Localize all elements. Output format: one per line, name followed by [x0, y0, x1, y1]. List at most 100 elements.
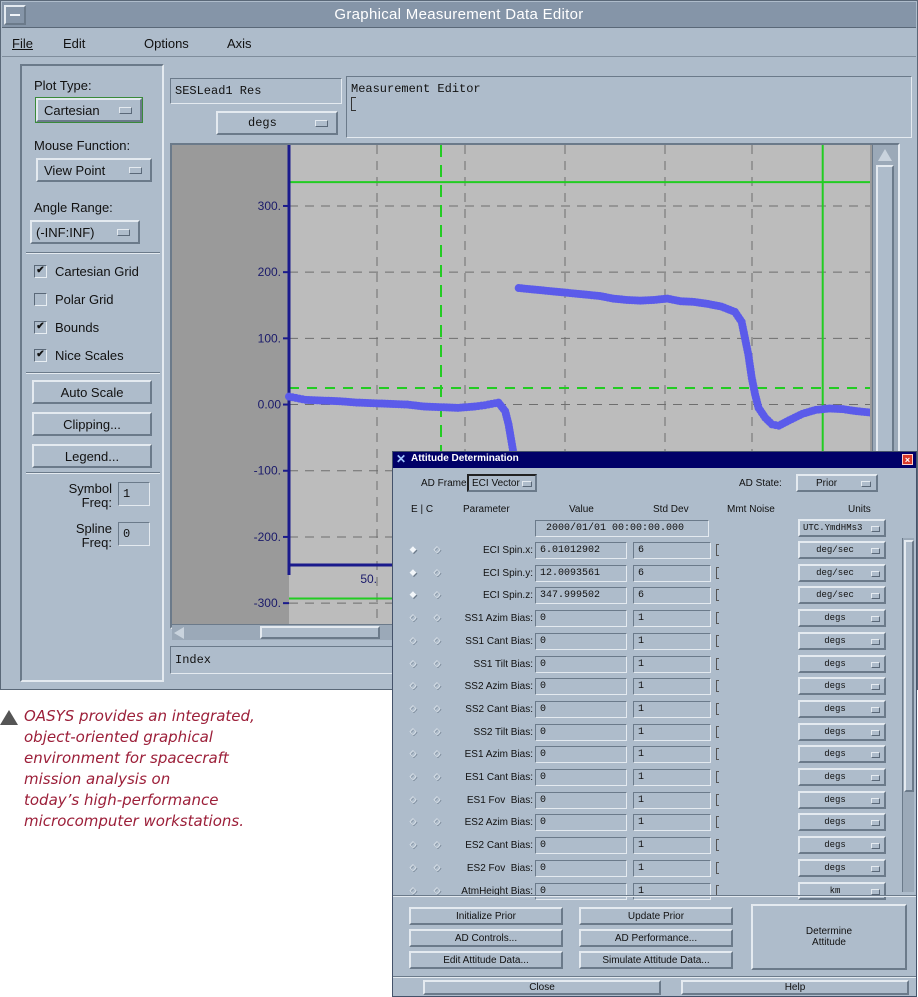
ad-value-field[interactable]: 0 [535, 860, 627, 877]
ad-noise-field-cursor[interactable] [716, 839, 719, 851]
ad-units-select[interactable]: km [798, 882, 886, 900]
ad-std-field[interactable]: 6 [633, 542, 711, 559]
ad-noise-field-cursor[interactable] [716, 635, 719, 647]
estimate-arrow-icon[interactable]: ◇ [407, 862, 419, 872]
help-button[interactable]: Help [681, 980, 909, 995]
estimate-arrow-icon[interactable]: ◇ [407, 885, 419, 895]
determine-attitude-button[interactable]: Determine Attitude [751, 904, 907, 970]
units-select[interactable]: degs [216, 111, 338, 135]
ad-std-field[interactable]: 1 [633, 633, 711, 650]
x-axis-field[interactable]: Index [170, 646, 396, 674]
ad-value-field[interactable]: 347.999502 [535, 587, 627, 604]
ad-units-select[interactable]: degs [798, 813, 886, 831]
ad-std-field[interactable]: 6 [633, 587, 711, 604]
horizontal-scroll-thumb[interactable] [260, 626, 380, 639]
estimate-arrow-icon[interactable]: ◇ [407, 726, 419, 736]
ad-units-select[interactable]: deg/sec [798, 564, 886, 582]
cartesian-grid-checkbox[interactable]: ✔ Cartesian Grid [34, 262, 139, 280]
ad-noise-field-cursor[interactable] [716, 862, 719, 874]
plot-type-select[interactable]: Cartesian [35, 97, 143, 123]
ad-value-field[interactable]: 6.01012902 [535, 542, 627, 559]
ad-value-field[interactable]: 12.0093561 [535, 565, 627, 582]
edit-attitude-data-button[interactable]: Edit Attitude Data... [409, 951, 563, 969]
estimate-arrow-icon[interactable]: ◇ [407, 635, 419, 645]
ad-units-select[interactable]: degs [798, 791, 886, 809]
ad-units-select[interactable]: deg/sec [798, 586, 886, 604]
ad-value-field[interactable]: 0 [535, 701, 627, 718]
ad-std-field[interactable]: 1 [633, 678, 711, 695]
ad-units-select[interactable]: degs [798, 609, 886, 627]
ad-std-field[interactable]: 1 [633, 837, 711, 854]
ad-std-field[interactable]: 1 [633, 724, 711, 741]
ad-units-select[interactable]: deg/sec [798, 541, 886, 559]
nice-scales-checkbox[interactable]: ✔ Nice Scales [34, 346, 124, 364]
main-title-bar[interactable]: Graphical Measurement Data Editor [2, 2, 916, 28]
menu-file[interactable]: File [12, 36, 33, 51]
estimate-arrow-icon[interactable]: ◇ [407, 612, 419, 622]
estimate-arrow-icon[interactable]: ◇ [407, 794, 419, 804]
ad-noise-field-cursor[interactable] [716, 544, 719, 556]
ad-title-bar[interactable]: ✕ Attitude Determination × [393, 452, 916, 468]
ad-units-select[interactable]: degs [798, 632, 886, 650]
ad-noise-field-cursor[interactable] [716, 816, 719, 828]
ad-noise-field-cursor[interactable] [716, 589, 719, 601]
ad-units-select[interactable]: degs [798, 723, 886, 741]
scroll-left-arrow-icon[interactable] [174, 627, 184, 639]
ad-std-field[interactable]: 1 [633, 769, 711, 786]
measurement-editor-field[interactable]: Measurement Editor [346, 76, 912, 138]
estimate-arrow-icon[interactable]: ◇ [407, 839, 419, 849]
spline-freq-input[interactable]: 0 [118, 522, 150, 546]
angle-range-select[interactable]: (-INF:INF) [30, 220, 140, 244]
ad-std-field[interactable]: 6 [633, 565, 711, 582]
ad-units-select[interactable]: degs [798, 655, 886, 673]
estimate-arrow-icon[interactable]: ◆ [407, 589, 419, 599]
menu-axis[interactable]: Axis [227, 36, 252, 51]
ad-std-field[interactable]: 1 [633, 746, 711, 763]
ad-value-field[interactable]: 0 [535, 883, 627, 900]
close-button[interactable]: Close [423, 980, 661, 995]
initialize-prior-button[interactable]: Initialize Prior [409, 907, 563, 925]
estimate-arrow-icon[interactable]: ◇ [407, 771, 419, 781]
ad-units-select[interactable]: degs [798, 768, 886, 786]
legend-button[interactable]: Legend... [32, 444, 152, 468]
estimate-arrow-icon[interactable]: ◆ [407, 544, 419, 554]
symbol-freq-input[interactable]: 1 [118, 482, 150, 506]
ad-value-field[interactable]: 0 [535, 724, 627, 741]
ad-value-field[interactable]: 0 [535, 633, 627, 650]
update-prior-button[interactable]: Update Prior [579, 907, 733, 925]
ad-performance-button[interactable]: AD Performance... [579, 929, 733, 947]
ad-noise-field-cursor[interactable] [716, 771, 719, 783]
ad-epoch-field[interactable]: 2000/01/01 00:00:00.000 [535, 520, 709, 537]
horizontal-scrollbar[interactable] [172, 624, 398, 640]
menu-edit[interactable]: Edit [63, 36, 85, 51]
ad-value-field[interactable]: 0 [535, 746, 627, 763]
ad-noise-field-cursor[interactable] [716, 748, 719, 760]
ad-epoch-units-select[interactable]: UTC.YmdHMs3 [798, 519, 886, 537]
mouse-function-select[interactable]: View Point [36, 158, 152, 182]
ad-value-field[interactable]: 0 [535, 656, 627, 673]
ad-scroll-thumb[interactable] [904, 540, 914, 792]
estimate-arrow-icon[interactable]: ◇ [407, 680, 419, 690]
clipping-button[interactable]: Clipping... [32, 412, 152, 436]
ad-vertical-scrollbar[interactable] [902, 538, 914, 892]
ad-noise-field-cursor[interactable] [716, 680, 719, 692]
scroll-up-arrow-icon[interactable] [878, 149, 892, 161]
ad-std-field[interactable]: 1 [633, 883, 711, 900]
ad-std-field[interactable]: 1 [633, 792, 711, 809]
ad-std-field[interactable]: 1 [633, 656, 711, 673]
estimate-arrow-icon[interactable]: ◇ [407, 748, 419, 758]
ad-state-select[interactable]: Prior [796, 474, 878, 492]
ad-value-field[interactable]: 0 [535, 678, 627, 695]
bounds-checkbox[interactable]: ✔ Bounds [34, 318, 99, 336]
ad-std-field[interactable]: 1 [633, 814, 711, 831]
ad-units-select[interactable]: degs [798, 859, 886, 877]
ad-units-select[interactable]: degs [798, 836, 886, 854]
ad-frame-select[interactable]: ECI Vector [467, 474, 537, 492]
ad-units-select[interactable]: degs [798, 700, 886, 718]
ad-value-field[interactable]: 0 [535, 837, 627, 854]
ad-noise-field-cursor[interactable] [716, 726, 719, 738]
polar-grid-checkbox[interactable]: Polar Grid [34, 290, 114, 308]
ad-std-field[interactable]: 1 [633, 860, 711, 877]
estimate-arrow-icon[interactable]: ◇ [407, 816, 419, 826]
ad-close-icon[interactable]: × [902, 454, 913, 465]
